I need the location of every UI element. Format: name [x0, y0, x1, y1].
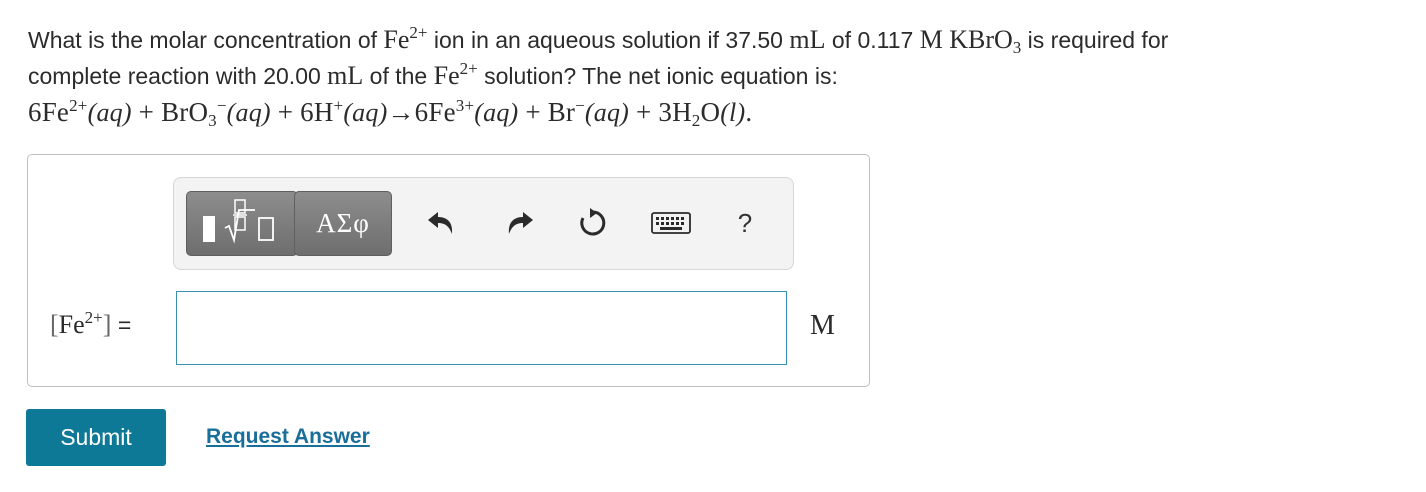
templates-icon — [203, 199, 274, 244]
question-text: What is the molar concentration of Fe2+ … — [28, 22, 1408, 131]
undo-icon[interactable] — [422, 204, 460, 242]
templates-button[interactable] — [186, 191, 298, 256]
request-answer-link[interactable]: Request Answer — [206, 425, 370, 449]
submit-button[interactable]: Submit — [26, 409, 166, 466]
answer-unit: M — [810, 310, 835, 341]
net-ionic-equation: 6Fe2+(aq) + BrO3−(aq) + 6H+(aq)→6Fe3+(aq… — [28, 96, 753, 130]
reset-icon[interactable] — [574, 204, 612, 242]
question-line-1: What is the molar concentration of Fe2+ … — [28, 23, 1169, 57]
greek-symbols-button[interactable]: ΑΣφ — [294, 191, 392, 256]
keyboard-icon[interactable] — [649, 204, 693, 242]
math-toolbar: ΑΣφ ? — [173, 177, 794, 270]
redo-icon[interactable] — [501, 204, 539, 242]
answer-panel: ΑΣφ ? [Fe2+] = M — [27, 154, 870, 387]
help-button[interactable]: ? — [726, 204, 764, 242]
answer-label: [Fe2+] = — [50, 308, 132, 339]
question-line-2: complete reaction with 20.00 mL of the F… — [28, 59, 838, 90]
answer-input[interactable] — [176, 291, 787, 365]
